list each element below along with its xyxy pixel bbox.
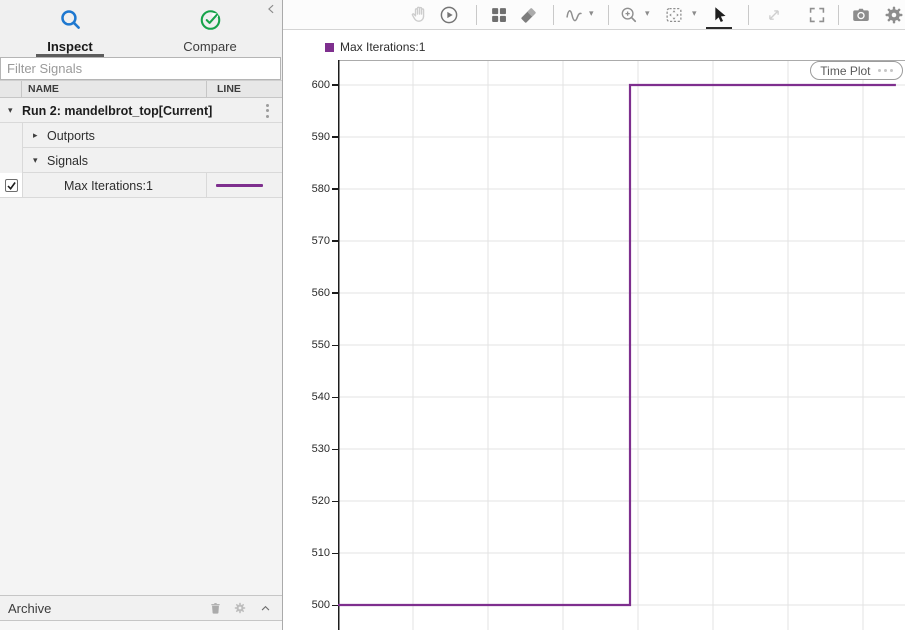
table-row-run[interactable]: ▾ Run 2: mandelbrot_top[Current]	[0, 98, 282, 123]
y-tick-mark	[332, 292, 338, 293]
caret-down-icon[interactable]: ▾	[8, 106, 22, 116]
signal-trace-icon[interactable]	[562, 4, 584, 26]
search-icon	[58, 7, 83, 37]
zoom-dropdown-icon[interactable]: ▾	[645, 9, 650, 19]
zoom-in-icon[interactable]	[618, 4, 640, 26]
archive-settings-gear-icon[interactable]	[231, 599, 249, 617]
legend-color-swatch	[325, 43, 334, 52]
tab-compare[interactable]: Compare	[140, 0, 280, 57]
filter-signals-input[interactable]	[0, 57, 281, 80]
outports-label: Outports	[47, 129, 95, 143]
archive-bar[interactable]: Archive	[0, 595, 282, 621]
eraser-icon[interactable]	[517, 4, 539, 26]
y-tick-label: 540	[290, 390, 330, 404]
signal-line-swatch	[216, 184, 263, 188]
properties-bar-partial	[0, 621, 282, 630]
y-tick-mark	[332, 553, 338, 554]
caret-down-icon[interactable]: ▾	[33, 156, 47, 166]
y-tick-label: 520	[290, 494, 330, 508]
y-tick-label: 560	[290, 286, 330, 300]
y-axis-labels: 600 590 580 570 560 550 540 530 520 510 500	[283, 0, 338, 630]
y-tick-label: 600	[290, 78, 330, 92]
select-cursor-icon[interactable]	[708, 4, 730, 26]
y-tick-label: 530	[290, 442, 330, 456]
y-tick-mark	[332, 397, 338, 398]
signal-checkbox[interactable]	[5, 179, 18, 192]
fit-dropdown-icon[interactable]: ▾	[692, 9, 697, 19]
tab-compare-label: Compare	[183, 39, 236, 54]
badge-options-icon[interactable]	[878, 69, 894, 73]
run-label: Run 2: mandelbrot_top[Current]	[22, 104, 212, 118]
table-header: NAME LINE	[0, 80, 282, 98]
y-tick-label: 580	[290, 182, 330, 196]
caret-right-icon[interactable]: ▸	[33, 131, 47, 141]
table-row-max-iterations[interactable]: Max Iterations:1	[0, 173, 282, 198]
plot-legend: Max Iterations:1	[325, 40, 425, 54]
y-tick-mark	[332, 605, 338, 606]
y-tick-mark	[332, 501, 338, 502]
y-tick-mark	[332, 449, 338, 450]
time-plot-badge-label: Time Plot	[820, 64, 870, 78]
fit-to-view-icon[interactable]	[663, 4, 685, 26]
archive-label: Archive	[8, 601, 51, 616]
time-plot-chart[interactable]	[338, 60, 905, 630]
browser-tabs: Inspect Compare	[0, 0, 282, 57]
tab-inspect-label: Inspect	[47, 39, 93, 54]
signal-browser-panel: Inspect Compare NAME LINE	[0, 0, 282, 630]
compare-check-icon	[198, 7, 223, 37]
panel-collapse-icon[interactable]	[263, 2, 279, 18]
y-tick-label: 550	[290, 338, 330, 352]
trash-icon[interactable]	[206, 599, 224, 617]
expand-diagonal-icon[interactable]	[763, 4, 785, 26]
header-check-column	[0, 81, 22, 97]
y-tick-label: 570	[290, 234, 330, 248]
legend-label: Max Iterations:1	[340, 40, 425, 54]
kebab-menu-icon[interactable]	[264, 102, 271, 120]
archive-collapse-chevron-up-icon[interactable]	[256, 599, 274, 617]
y-tick-mark	[332, 345, 338, 346]
header-line-column: LINE	[206, 81, 282, 97]
tree-empty-area	[0, 198, 282, 595]
simulation-data-inspector-window: Inspect Compare NAME LINE	[0, 0, 905, 630]
snapshot-camera-icon[interactable]	[850, 4, 872, 26]
settings-gear-icon[interactable]	[883, 4, 905, 26]
y-tick-mark	[332, 136, 338, 137]
y-tick-mark	[332, 84, 338, 85]
signal-label: Max Iterations:1	[64, 179, 153, 193]
signal-trace-dropdown-icon[interactable]: ▾	[589, 9, 594, 19]
y-tick-mark	[332, 188, 338, 189]
y-tick-label: 590	[290, 130, 330, 144]
layout-grid-icon[interactable]	[488, 4, 510, 26]
fullscreen-icon[interactable]	[806, 4, 828, 26]
tab-inspect[interactable]: Inspect	[0, 0, 140, 57]
y-tick-mark	[332, 240, 338, 241]
y-tick-label: 510	[290, 546, 330, 560]
table-row-outports[interactable]: ▸ Outports	[0, 123, 282, 148]
signals-label: Signals	[47, 154, 88, 168]
plot-toolbar: ▾ ▾ ▾	[283, 0, 905, 30]
table-row-signals[interactable]: ▾ Signals	[0, 148, 282, 173]
time-plot-badge[interactable]: Time Plot	[810, 61, 903, 80]
pan-hand-icon[interactable]	[408, 4, 430, 26]
replay-icon[interactable]	[438, 4, 460, 26]
plot-pane: ▾ ▾ ▾	[283, 0, 905, 630]
y-tick-label: 500	[290, 598, 330, 612]
header-name-column: NAME	[22, 83, 206, 95]
